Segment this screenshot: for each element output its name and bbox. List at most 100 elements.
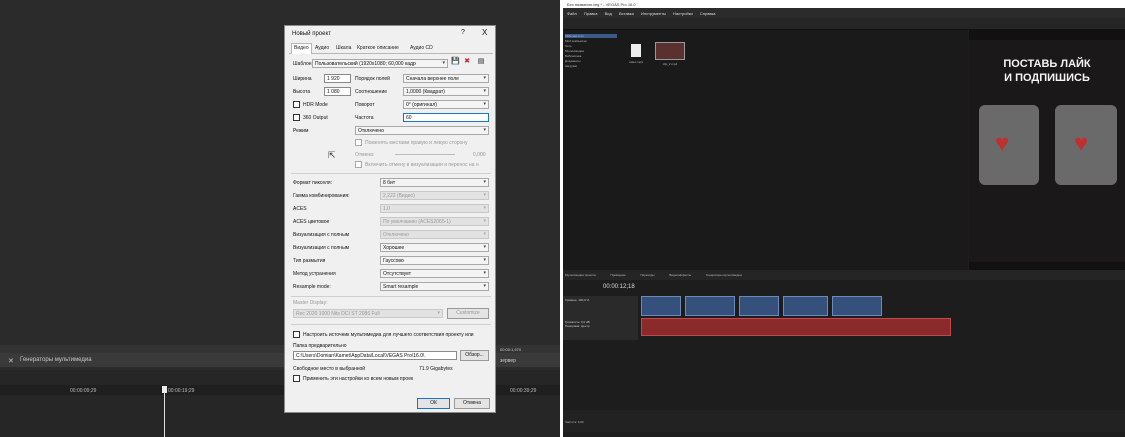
tree-item[interactable]: Загрузки	[565, 64, 617, 68]
prerender-label: Папка предварительно	[293, 343, 347, 349]
framerate-label: Частота	[355, 115, 374, 121]
tree-item[interactable]: Мультимедиа	[565, 49, 617, 53]
track-level-value: 100,0 %	[578, 298, 590, 302]
gamma-label: Гамма комбинирования:	[293, 193, 350, 199]
framerate-input[interactable]: 60	[403, 113, 489, 122]
crosstalk-slider[interactable]	[395, 154, 455, 155]
tree-item[interactable]: Документы	[565, 59, 617, 63]
audio-track-header[interactable]: Громкость: 0,0 dB Панорама: Центр	[563, 318, 638, 340]
tab-audio[interactable]: Аудио	[315, 45, 329, 51]
hdr-checkbox[interactable]	[293, 101, 300, 108]
delete-template-icon[interactable]: ✖	[463, 58, 471, 66]
tab-video-fx[interactable]: Видеоэффекты	[669, 273, 691, 277]
width-input[interactable]: 1 920	[324, 74, 351, 83]
resample-select[interactable]: Smart resample	[380, 282, 489, 291]
new-project-dialog: Новый проект ? X Видео Аудио Шкала Кратк…	[284, 25, 496, 413]
preview-caption-1: ПОСТАВЬ ЛАЙК	[1003, 58, 1091, 70]
master-display-select[interactable]: Rec 2020 1000 Nits DCI ST 2086 Full	[293, 309, 443, 318]
heart-icon: ♥	[995, 130, 1010, 157]
tab-media-generators[interactable]: Генераторы мультимедиа	[20, 357, 92, 363]
tree-item[interactable]: Библиотека	[565, 54, 617, 58]
tab-summary[interactable]: Краткое описание	[357, 45, 399, 51]
save-template-icon[interactable]: 💾	[451, 58, 460, 66]
adjust-source-checkbox[interactable]	[293, 331, 300, 338]
close-button[interactable]: X	[482, 28, 487, 37]
blur-select[interactable]: Гауссово	[380, 256, 489, 265]
status-text: Частота: 0,00	[565, 420, 584, 424]
apply-all-checkbox[interactable]	[293, 375, 300, 382]
video-track-header[interactable]: Уровень: 100,0 %	[563, 296, 638, 318]
file-label: clip_2.mp4	[662, 62, 678, 66]
aces-select[interactable]: 1.0	[380, 204, 489, 213]
gamma-select[interactable]: 2,222 (Видео)	[380, 191, 489, 200]
folder-tree[interactable]: Рабочий стол Мой компьютер Сеть Мультиме…	[565, 33, 617, 233]
customize-button[interactable]: Customize	[447, 308, 489, 319]
resample-label: Resample mode:	[293, 284, 331, 290]
aspect-select[interactable]: 1,0000 (Квадрат)	[403, 87, 489, 96]
tab-project-media[interactable]: Мультимедиа проекта	[565, 273, 596, 277]
swap-lr-checkbox[interactable]	[355, 139, 362, 146]
enable-guides-checkbox[interactable]	[355, 161, 362, 168]
audio-clip[interactable]	[641, 318, 951, 336]
video-clip[interactable]	[739, 296, 779, 316]
master-display-label: Master Display:	[293, 300, 328, 306]
tab-transitions[interactable]: Переходы	[640, 273, 654, 277]
prerender-path-input[interactable]: C:\Users\Domian\Kamet\AppData\Local\VEGA…	[293, 351, 457, 360]
menu-insert[interactable]: Вставка	[619, 11, 634, 16]
toolbar[interactable]	[563, 18, 1125, 30]
output-360-checkbox[interactable]	[293, 114, 300, 121]
rotation-select[interactable]: 0° (оригинал)	[403, 100, 489, 109]
video-clip[interactable]	[832, 296, 882, 316]
tab-audio-cd[interactable]: Аудио CD	[410, 45, 433, 51]
aces-color-select[interactable]: По умолчанию (ACES2065-1)	[380, 217, 489, 226]
ruler-tick: 00:00:09;29	[70, 388, 97, 394]
match-media-icon[interactable]: ▤	[477, 58, 485, 66]
crosstalk-label: Отмена:	[355, 152, 375, 158]
video-clip[interactable]	[641, 296, 681, 316]
preview-video: ♥ ♥ ПОСТАВЬ ЛАЙК И ПОДПИШИСЬ	[969, 40, 1125, 262]
close-icon[interactable]: ✕	[8, 357, 14, 365]
file-icon[interactable]	[631, 44, 641, 57]
menu-tools[interactable]: Инструменты	[641, 11, 666, 16]
cancel-button[interactable]: Отмена	[454, 398, 490, 409]
ok-button[interactable]: ОК	[417, 398, 450, 409]
tab-video[interactable]: Видео	[291, 43, 312, 54]
aces-label: ACES	[293, 206, 307, 212]
video-thumbnail[interactable]	[655, 42, 685, 60]
deinterlace-select[interactable]: Отсутствует	[380, 269, 489, 278]
tab-generators[interactable]: Генераторы мультимедиа	[706, 273, 742, 277]
full-render-label-2: Визуализация с полным	[293, 245, 350, 251]
tab-ruler[interactable]: Шкала	[336, 45, 351, 51]
help-icon[interactable]: ?	[461, 29, 465, 36]
transport-bar[interactable]	[563, 410, 1125, 432]
menu-options[interactable]: Настройки	[673, 11, 693, 16]
full-render-select-2[interactable]: Хорошее	[380, 243, 489, 252]
field-order-select[interactable]: Сначала верхнее поле	[403, 74, 489, 83]
menu-view[interactable]: Вид	[605, 11, 612, 16]
window-title: Без названия.veg * - VEGAS Pro 16.0	[563, 0, 1125, 8]
pixel-format-select[interactable]: 8 бит	[380, 178, 489, 187]
dialog-title: Новый проект	[292, 31, 331, 37]
side-code-1: 00:00:1,970	[500, 347, 522, 352]
browse-button[interactable]: Обзор...	[460, 350, 489, 361]
tree-item[interactable]: Мой компьютер	[565, 39, 617, 43]
video-clip[interactable]	[783, 296, 828, 316]
video-clip[interactable]	[685, 296, 735, 316]
tree-item[interactable]: Рабочий стол	[565, 34, 617, 38]
height-input[interactable]: 1 080	[324, 87, 351, 96]
full-render-select-1[interactable]: Отключено	[380, 230, 489, 239]
separator	[291, 324, 491, 325]
crosstalk-value: 0,000	[473, 152, 486, 158]
template-select[interactable]: Пользовательский (1920x1080; 60,000 кадр	[312, 59, 448, 68]
tab-explorer[interactable]: Проводник	[611, 273, 626, 277]
menu-help[interactable]: Справка	[700, 11, 716, 16]
menu-file[interactable]: Файл	[567, 11, 577, 16]
track-level-label: Уровень:	[565, 298, 578, 302]
stereo-mode-select[interactable]: Отключено	[355, 126, 489, 135]
free-space-value: 71.9 Gigabytes	[419, 366, 453, 372]
tree-item[interactable]: Сеть	[565, 44, 617, 48]
menu-edit[interactable]: Правка	[584, 11, 598, 16]
heart-icon: ♥	[1074, 130, 1089, 157]
dialog-tabs: Видео Аудио Шкала Краткое описание Аудио…	[289, 43, 493, 54]
enable-guides-label: Включить отмену в визуализации и перенос…	[365, 162, 479, 168]
